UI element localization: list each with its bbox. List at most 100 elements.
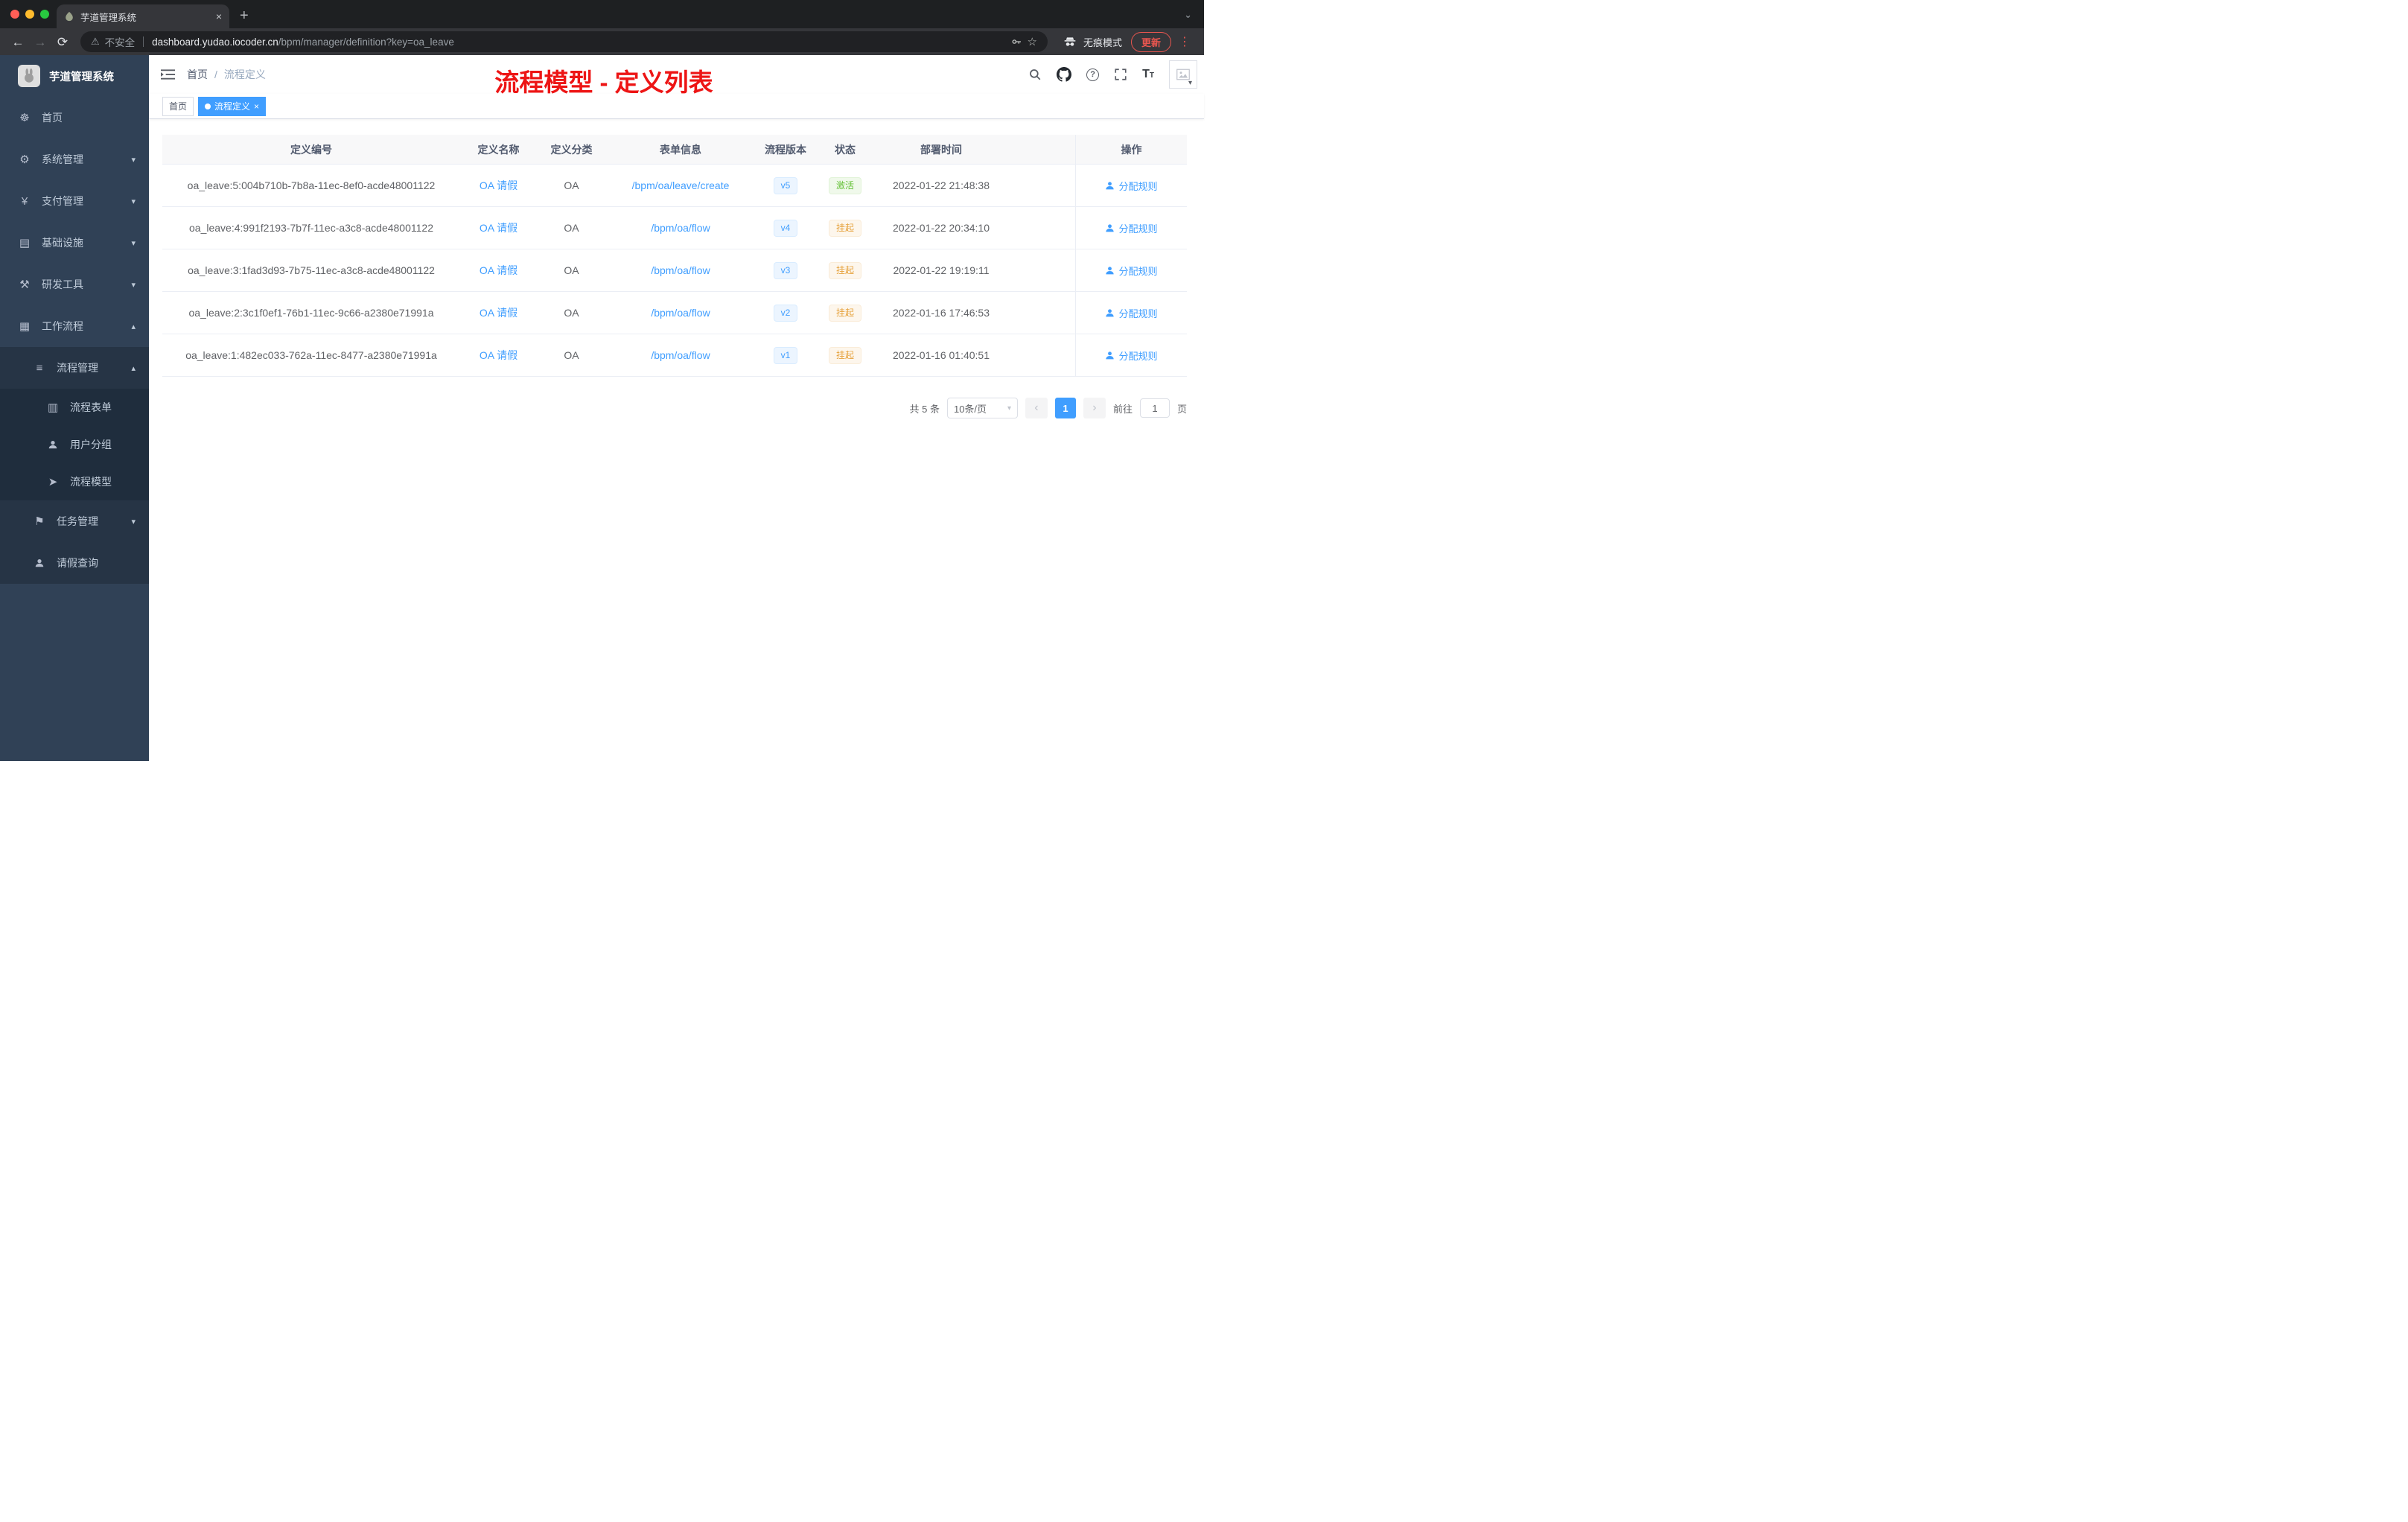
definition-name-link[interactable]: OA 请假	[460, 165, 537, 206]
close-window-button[interactable]	[10, 10, 19, 19]
tools-icon: ⚒	[19, 278, 30, 291]
table-row: oa_leave:2:3c1f0ef1-76b1-11ec-9c66-a2380…	[162, 292, 1187, 334]
page-size-select[interactable]: 10条/页 ▾	[946, 398, 1018, 418]
page-number-button[interactable]: 1	[1054, 398, 1076, 418]
next-page-button[interactable]: ›	[1083, 398, 1106, 418]
sidebar-item-label: 用户分组	[70, 439, 112, 450]
update-button[interactable]: 更新	[1130, 31, 1171, 52]
assign-rule-link[interactable]: 分配规则	[1105, 221, 1158, 235]
definition-name-link[interactable]: OA 请假	[460, 292, 537, 334]
sidebar-item-label: 流程管理	[57, 362, 98, 374]
bookmark-star-icon[interactable]: ☆	[1028, 35, 1037, 48]
sidebar-item-system[interactable]: ⚙ 系统管理 ▾	[0, 138, 149, 180]
assign-rule-link[interactable]: 分配规则	[1105, 264, 1158, 278]
sidebar-item-task-management[interactable]: ⚑ 任务管理 ▾	[0, 500, 149, 542]
browser-tab[interactable]: 芋道管理系统 ×	[57, 4, 229, 28]
help-icon[interactable]: ?	[1086, 68, 1100, 81]
address-bar[interactable]: ⚠ 不安全 dashboard.yudao.iocoder.cn/bpm/man…	[80, 31, 1048, 52]
spacer-cell	[1008, 165, 1075, 206]
status-badge: 挂起	[816, 334, 874, 376]
tag-process-definition[interactable]: 流程定义 ×	[198, 96, 267, 116]
sidebar-item-workflow[interactable]: ▦ 工作流程 ▴	[0, 305, 149, 347]
sidebar-item-payment[interactable]: ¥ 支付管理 ▾	[0, 180, 149, 222]
menu-kebab-icon[interactable]: ⋮	[1179, 34, 1191, 49]
back-button[interactable]: ←	[7, 36, 28, 48]
sidebar-item-process-model[interactable]: ➤ 流程模型	[0, 463, 149, 500]
form-info-link[interactable]: /bpm/oa/leave/create	[606, 165, 755, 206]
sidebar-item-leave-query[interactable]: 请假查询	[0, 542, 149, 584]
new-tab-button[interactable]: +	[240, 8, 249, 23]
goto-page-input[interactable]	[1139, 398, 1170, 418]
definition-id-cell: oa_leave:3:1fad3d93-7b75-11ec-a3c8-acde4…	[188, 264, 435, 276]
chevron-up-icon: ▴	[131, 322, 136, 331]
chevron-down-icon: ▾	[1007, 404, 1011, 413]
definition-id-cell: oa_leave:4:991f2193-7b7f-11ec-a3c8-acde4…	[189, 222, 433, 234]
forward-button[interactable]: →	[30, 36, 51, 48]
actions-cell: 分配规则	[1075, 292, 1187, 334]
breadcrumb: 首页 / 流程定义	[187, 67, 266, 82]
sidebar-item-label: 请假查询	[57, 557, 98, 569]
tab-strip: 芋道管理系统 × + ⌄	[0, 0, 1204, 28]
status-badge: 挂起	[816, 292, 874, 334]
main-area: 首页 / 流程定义 ? TT ▾ 首页 流程定义 × 定义编号 定义名称 定义分…	[149, 55, 1204, 761]
zoom-window-button[interactable]	[40, 10, 49, 19]
search-icon[interactable]	[1028, 68, 1042, 81]
font-size-icon[interactable]: TT	[1142, 68, 1154, 81]
definition-name-link[interactable]: OA 请假	[460, 207, 537, 249]
tab-search-icon[interactable]: ⌄	[1184, 9, 1192, 21]
assign-rule-link[interactable]: 分配规则	[1105, 179, 1158, 193]
sidebar-item-home[interactable]: ☸ 首页	[0, 97, 149, 138]
sidebar-item-process-form[interactable]: ▥ 流程表单	[0, 389, 149, 426]
column-header: 流程版本	[765, 143, 806, 156]
tab-close-icon[interactable]: ×	[216, 10, 222, 22]
reload-button[interactable]: ⟳	[52, 36, 73, 48]
user-icon	[1106, 266, 1115, 274]
monitor-icon: ▤	[19, 237, 31, 249]
app-title: 芋道管理系统	[49, 71, 114, 83]
sidebar-item-devtools[interactable]: ⚒ 研发工具 ▾	[0, 264, 149, 305]
form-info-link[interactable]: /bpm/oa/flow	[606, 334, 755, 376]
version-badge: v2	[755, 292, 816, 334]
definition-table: 定义编号 定义名称 定义分类 表单信息 流程版本 状态 部署时间 操作 oa_l…	[162, 135, 1187, 377]
avatar-image-placeholder-icon	[1168, 60, 1197, 89]
app-logo[interactable]: 芋道管理系统	[0, 55, 149, 97]
status-badge: 挂起	[816, 207, 874, 249]
tag-close-icon[interactable]: ×	[254, 102, 259, 111]
breadcrumb-home-link[interactable]: 首页	[187, 67, 208, 82]
definition-name-link[interactable]: OA 请假	[460, 334, 537, 376]
prev-page-button[interactable]: ‹	[1025, 398, 1048, 418]
table-row: oa_leave:3:1fad3d93-7b75-11ec-a3c8-acde4…	[162, 249, 1187, 292]
chevron-down-icon: ▾	[131, 155, 136, 165]
site-favicon-icon	[64, 11, 74, 22]
minimize-window-button[interactable]	[25, 10, 34, 19]
sidebar-collapse-icon[interactable]	[161, 69, 175, 80]
sidebar-item-user-group[interactable]: 用户分组	[0, 426, 149, 463]
actions-cell: 分配规则	[1075, 207, 1187, 249]
assign-rule-link[interactable]: 分配规则	[1105, 348, 1158, 363]
form-info-link[interactable]: /bpm/oa/flow	[606, 292, 755, 334]
github-icon[interactable]	[1057, 67, 1072, 82]
assign-rule-link[interactable]: 分配规则	[1105, 306, 1158, 320]
deploy-time-cell: 2022-01-22 21:48:38	[893, 179, 990, 191]
user-icon	[1106, 351, 1115, 359]
sidebar-item-process-management[interactable]: ≡ 流程管理 ▴	[0, 347, 149, 389]
definition-id-cell: oa_leave:5:004b710b-7b8a-11ec-8ef0-acde4…	[187, 179, 436, 191]
navbar-actions: ? TT ▾	[1028, 60, 1197, 89]
form-info-link[interactable]: /bpm/oa/flow	[606, 249, 755, 291]
user-icon	[1106, 181, 1115, 189]
actions-cell: 分配规则	[1075, 249, 1187, 291]
url-text: dashboard.yudao.iocoder.cn/bpm/manager/d…	[152, 36, 454, 48]
incognito-label: 无痕模式	[1083, 36, 1122, 48]
definition-id-cell: oa_leave:2:3c1f0ef1-76b1-11ec-9c66-a2380…	[188, 307, 434, 319]
form-info-link[interactable]: /bpm/oa/flow	[606, 207, 755, 249]
sidebar-item-infra[interactable]: ▤ 基础设施 ▾	[0, 222, 149, 264]
definition-name-link[interactable]: OA 请假	[460, 249, 537, 291]
pagination-total: 共 5 条	[909, 403, 940, 415]
fullscreen-icon[interactable]	[1114, 68, 1127, 81]
chevron-down-icon: ▾	[131, 280, 136, 290]
breadcrumb-separator: /	[214, 69, 217, 80]
tag-home[interactable]: 首页	[162, 96, 194, 116]
user-avatar[interactable]: ▾	[1168, 60, 1197, 89]
goto-label: 前往	[1112, 403, 1133, 415]
password-key-icon[interactable]	[1010, 36, 1022, 48]
